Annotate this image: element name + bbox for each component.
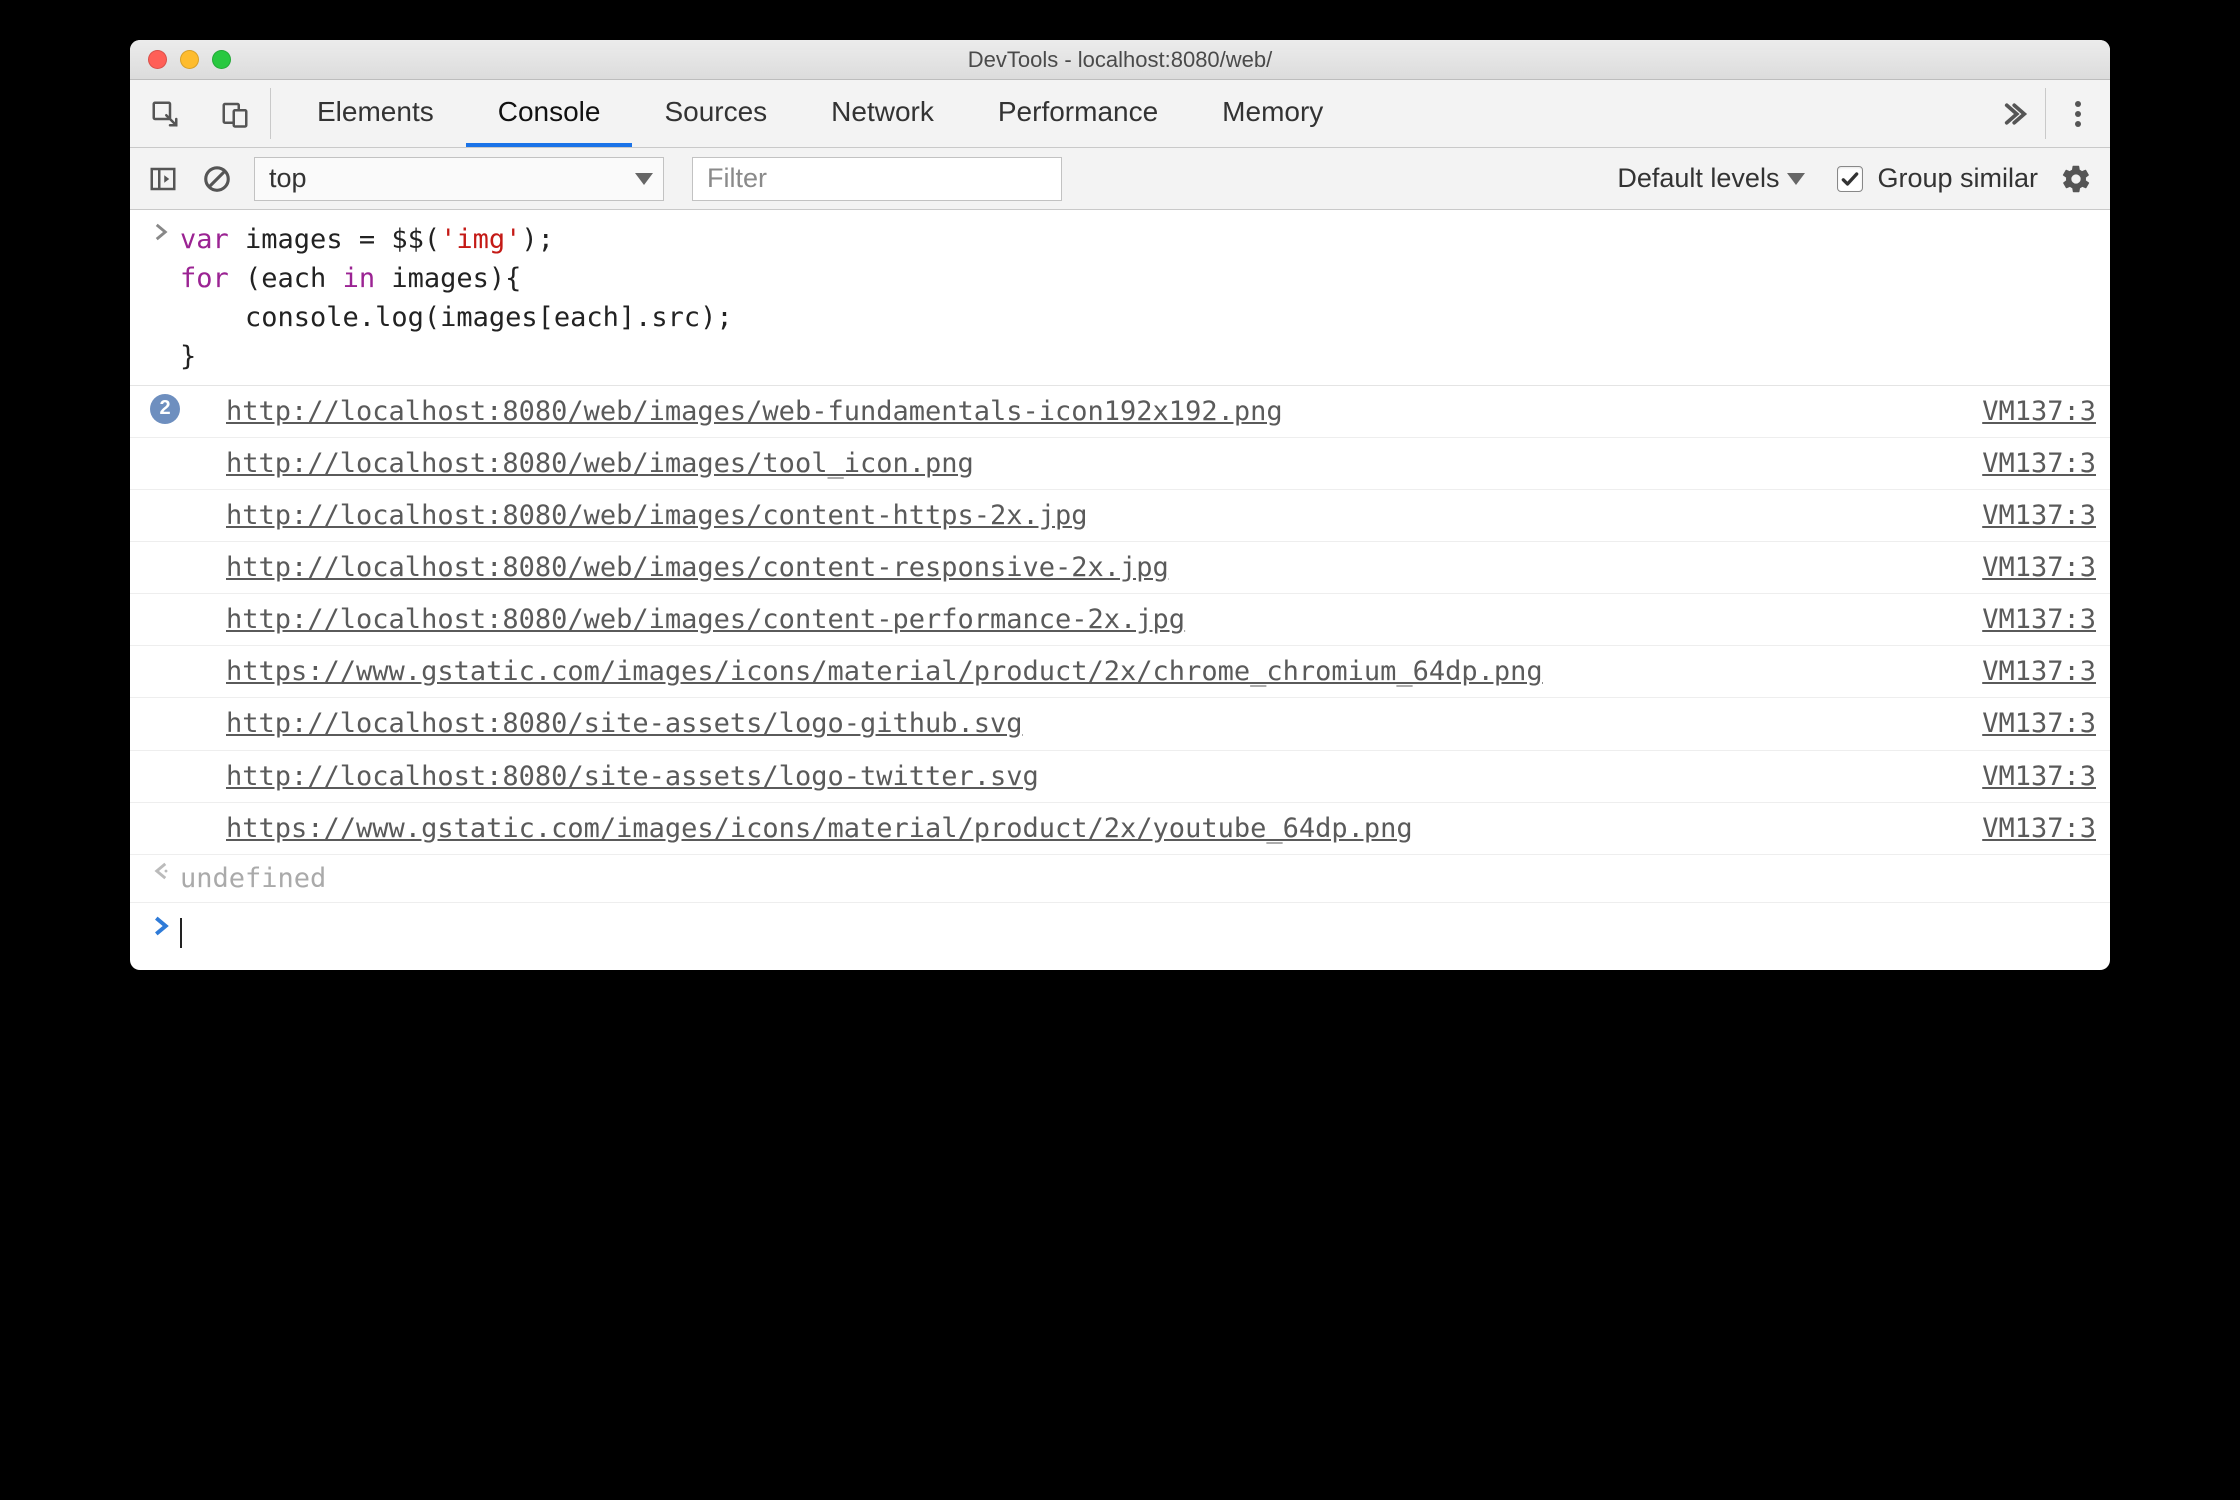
log-source-link[interactable]: VM137:3 [1982,444,2096,483]
console-result: undefined [130,855,2110,903]
console-log-row: http://localhost:8080/web/images/content… [130,490,2110,542]
log-url-link[interactable]: http://localhost:8080/web/images/tool_ic… [226,444,1982,483]
group-similar-label: Group similar [1877,163,2038,194]
filter-input[interactable] [692,157,1062,201]
more-tabs-icon[interactable] [1981,80,2045,147]
context-value: top [269,163,307,194]
console-log-row: http://localhost:8080/web/images/tool_ic… [130,438,2110,490]
tab-elements[interactable]: Elements [285,80,466,147]
zoom-button[interactable] [212,50,231,69]
log-url-link[interactable]: http://localhost:8080/web/images/web-fun… [226,392,1982,431]
log-url-link[interactable]: http://localhost:8080/web/images/content… [226,600,1982,639]
titlebar: DevTools - localhost:8080/web/ [130,40,2110,80]
tab-performance[interactable]: Performance [966,80,1190,147]
log-source-link[interactable]: VM137:3 [1982,809,2096,848]
sidebar-toggle-icon[interactable] [140,156,186,202]
console-log-row: http://localhost:8080/site-assets/logo-t… [130,751,2110,803]
input-marker-icon [142,220,180,377]
log-source-link[interactable]: VM137:3 [1982,704,2096,743]
repeat-count-badge: 2 [150,394,180,424]
tab-memory[interactable]: Memory [1190,80,1355,147]
window-controls [130,50,231,69]
console-log-row: http://localhost:8080/web/images/content… [130,542,2110,594]
log-source-link[interactable]: VM137:3 [1982,652,2096,691]
log-url-link[interactable]: http://localhost:8080/web/images/content… [226,548,1982,587]
inspect-icon[interactable] [130,80,200,147]
log-url-link[interactable]: http://localhost:8080/site-assets/logo-g… [226,704,1982,743]
log-source-link[interactable]: VM137:3 [1982,496,2096,535]
prompt-input[interactable] [180,913,2096,952]
chevron-down-icon [635,173,653,185]
result-marker-icon [142,859,180,898]
console-log-row: http://localhost:8080/site-assets/logo-g… [130,698,2110,750]
code-block: var images = $$('img'); for (each in ima… [180,220,2096,377]
log-source-link[interactable]: VM137:3 [1982,757,2096,796]
group-similar-checkbox[interactable] [1837,166,1863,192]
kebab-menu-icon[interactable] [2046,80,2110,147]
minimize-button[interactable] [180,50,199,69]
tab-console[interactable]: Console [466,80,633,147]
clear-console-icon[interactable] [194,156,240,202]
gear-icon[interactable] [2052,155,2100,203]
tab-sources[interactable]: Sources [632,80,799,147]
levels-label: Default levels [1617,163,1779,194]
console-log-row: https://www.gstatic.com/images/icons/mat… [130,646,2110,698]
console-input-echo: var images = $$('img'); for (each in ima… [130,210,2110,386]
log-levels-select[interactable]: Default levels [1617,163,1805,194]
log-url-link[interactable]: http://localhost:8080/site-assets/logo-t… [226,757,1982,796]
log-source-link[interactable]: VM137:3 [1982,548,2096,587]
device-toggle-icon[interactable] [200,80,270,147]
devtools-window: DevTools - localhost:8080/web/ Elements … [130,40,2110,970]
console-body: var images = $$('img'); for (each in ima… [130,210,2110,970]
window-title: DevTools - localhost:8080/web/ [130,47,2110,73]
console-log-row: http://localhost:8080/web/images/content… [130,594,2110,646]
prompt-marker-icon [142,913,180,952]
console-log-row: https://www.gstatic.com/images/icons/mat… [130,803,2110,855]
console-prompt[interactable] [130,903,2110,970]
log-source-link[interactable]: VM137:3 [1982,600,2096,639]
panel-tabs: Elements Console Sources Network Perform… [271,80,1981,147]
chevron-down-icon [1787,173,1805,185]
result-text: undefined [180,859,2096,898]
log-source-link[interactable]: VM137:3 [1982,392,2096,431]
console-toolbar: top Default levels Group similar [130,148,2110,210]
log-url-link[interactable]: https://www.gstatic.com/images/icons/mat… [226,809,1982,848]
tabbar: Elements Console Sources Network Perform… [130,80,2110,148]
tab-network[interactable]: Network [799,80,966,147]
console-log-row: 2 http://localhost:8080/web/images/web-fu… [130,386,2110,438]
close-button[interactable] [148,50,167,69]
log-url-link[interactable]: http://localhost:8080/web/images/content… [226,496,1982,535]
log-url-link[interactable]: https://www.gstatic.com/images/icons/mat… [226,652,1982,691]
context-select[interactable]: top [254,157,664,201]
